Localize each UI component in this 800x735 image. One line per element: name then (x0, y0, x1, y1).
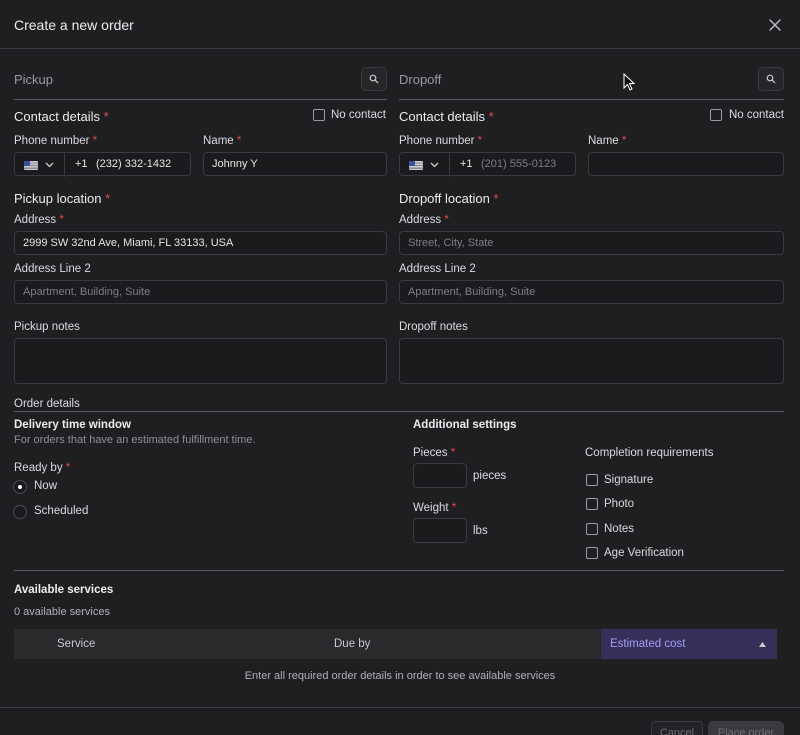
sort-asc-icon (759, 642, 766, 647)
pickup-section-title: Pickup (14, 72, 54, 87)
dropoff-contact-title: Contact details * (399, 109, 494, 124)
cancel-button[interactable]: Cancel (651, 721, 703, 735)
pickup-name-value: Johnny Y (212, 158, 258, 170)
additional-settings-title: Additional settings (413, 419, 517, 431)
dropoff-search-button[interactable] (758, 67, 784, 91)
close-icon[interactable] (766, 16, 784, 34)
place-order-button[interactable]: Place order (708, 721, 784, 735)
dropoff-divider (399, 99, 784, 100)
dropoff-country-select[interactable] (400, 153, 450, 177)
pickup-phone-label: Phone number * (14, 135, 98, 147)
pickup-location-title: Pickup location * (14, 191, 111, 206)
pieces-input[interactable] (413, 463, 467, 488)
pickup-address2-label: Address Line 2 (14, 263, 91, 275)
order-details-title: Order details (14, 398, 80, 410)
chevron-down-icon (45, 162, 54, 168)
weight-unit: lbs (473, 525, 488, 537)
ready-scheduled-radio[interactable] (13, 505, 27, 519)
pickup-phone-code: +1 (75, 158, 88, 170)
notes-checkbox[interactable] (586, 523, 598, 535)
pickup-name-label: Name * (203, 135, 242, 147)
dropoff-address-input[interactable]: Street, City, State (399, 231, 784, 255)
completion-title: Completion requirements (585, 447, 714, 459)
search-icon (766, 74, 776, 84)
pickup-name-input[interactable]: Johnny Y (203, 152, 387, 176)
header-divider (0, 48, 800, 49)
pickup-notes-label: Pickup notes (14, 321, 80, 333)
pickup-phone-field[interactable]: +1 (232) 332-1432 (14, 152, 191, 177)
us-flag-icon (24, 160, 38, 170)
pickup-no-contact-checkbox[interactable] (313, 109, 325, 121)
dropoff-notes-textarea[interactable] (399, 338, 784, 384)
dropoff-address2-input[interactable]: Apartment, Building, Suite (399, 280, 784, 304)
us-flag-icon (409, 160, 423, 170)
dropoff-phone-code: +1 (460, 158, 473, 170)
services-title: Available services (14, 584, 114, 596)
notes-label: Notes (604, 523, 635, 535)
search-icon (369, 74, 379, 84)
dropoff-address2-placeholder: Apartment, Building, Suite (408, 286, 536, 298)
pickup-address2-placeholder: Apartment, Building, Suite (23, 286, 151, 298)
col-estimated-cost[interactable]: Estimated cost (601, 629, 777, 659)
photo-label: Photo (604, 498, 635, 510)
pieces-unit: pieces (473, 470, 507, 482)
col-due-by[interactable]: Due by (334, 638, 370, 650)
delivery-window-title: Delivery time window (14, 419, 131, 431)
weight-label: Weight * (413, 502, 457, 514)
pickup-contact-title: Contact details * (14, 109, 109, 124)
services-table-header: Service Due by Estimated cost (14, 629, 777, 659)
ready-now-radio[interactable] (13, 480, 27, 494)
modal-title: Create a new order (14, 17, 134, 33)
pickup-phone-value: (232) 332-1432 (96, 158, 172, 170)
dropoff-address-placeholder: Street, City, State (408, 237, 494, 249)
ready-by-label: Ready by * (14, 462, 71, 474)
weight-input[interactable] (413, 518, 467, 543)
signature-checkbox[interactable] (586, 474, 598, 486)
dropoff-phone-placeholder: (201) 555-0123 (481, 158, 557, 170)
pickup-address-value: 2999 SW 32nd Ave, Miami, FL 33133, USA (23, 237, 234, 249)
dropoff-phone-field[interactable]: +1 (201) 555-0123 (399, 152, 576, 177)
chevron-down-icon (430, 162, 439, 168)
col-estimated-cost-label: Estimated cost (610, 638, 686, 650)
age-verification-label: Age Verification (604, 547, 684, 559)
pickup-search-button[interactable] (361, 67, 387, 91)
ready-now-label: Now (34, 480, 58, 492)
signature-label: Signature (604, 474, 654, 486)
pieces-label: Pieces * (413, 447, 456, 459)
dropoff-no-contact-label: No contact (729, 109, 784, 121)
footer-divider (0, 707, 800, 708)
col-service[interactable]: Service (57, 638, 95, 650)
pickup-divider (14, 99, 387, 100)
dropoff-address-label: Address * (399, 214, 449, 226)
pickup-no-contact-label: No contact (331, 109, 386, 121)
age-verification-checkbox[interactable] (586, 547, 598, 559)
ready-scheduled-label: Scheduled (34, 505, 89, 517)
radio-selected-dot (18, 485, 22, 489)
dropoff-section-title: Dropoff (399, 72, 442, 87)
pickup-address-input[interactable]: 2999 SW 32nd Ave, Miami, FL 33133, USA (14, 231, 387, 255)
pickup-address-label: Address * (14, 214, 64, 226)
delivery-window-desc: For orders that have an estimated fulfil… (14, 434, 256, 446)
order-details-divider (14, 411, 784, 412)
photo-checkbox[interactable] (586, 498, 598, 510)
dropoff-notes-label: Dropoff notes (399, 321, 468, 333)
dropoff-name-label: Name * (588, 135, 627, 147)
pickup-notes-textarea[interactable] (14, 338, 387, 384)
pickup-address2-input[interactable]: Apartment, Building, Suite (14, 280, 387, 304)
dropoff-name-input[interactable] (588, 152, 784, 176)
dropoff-no-contact-checkbox[interactable] (710, 109, 722, 121)
pickup-country-select[interactable] (15, 153, 65, 177)
services-empty-text: Enter all required order details in orde… (244, 670, 556, 682)
dropoff-location-title: Dropoff location * (399, 191, 499, 206)
dropoff-phone-label: Phone number * (399, 135, 483, 147)
services-divider (14, 570, 784, 571)
mouse-cursor-icon (623, 72, 636, 94)
dropoff-address2-label: Address Line 2 (399, 263, 476, 275)
services-count: 0 available services (14, 606, 110, 618)
